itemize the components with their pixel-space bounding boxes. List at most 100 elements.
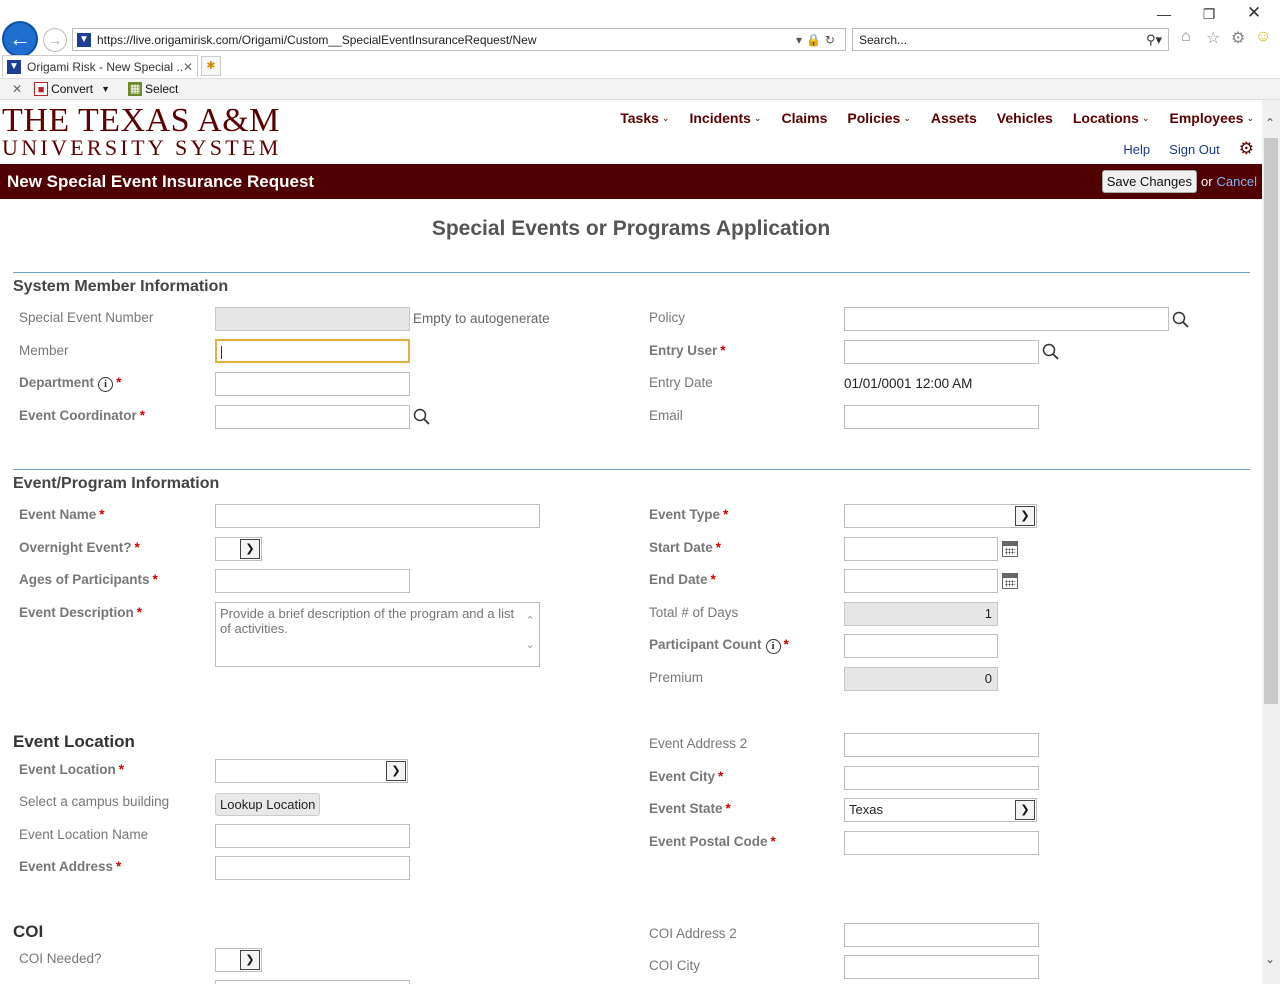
chevron-down-icon[interactable]: ❯ bbox=[240, 950, 260, 970]
page-scrollbar[interactable]: ⌃ ⌄ bbox=[1262, 100, 1280, 984]
nav-tasks[interactable]: Tasks ⌄ bbox=[620, 110, 669, 126]
coi-field-partial[interactable] bbox=[215, 980, 410, 984]
event-location-select[interactable]: ❯ bbox=[215, 759, 408, 783]
minimize-icon[interactable]: — bbox=[1154, 6, 1174, 22]
search-icon[interactable]: ⚲▾ bbox=[1146, 32, 1168, 48]
event-coordinator-field[interactable] bbox=[215, 405, 410, 429]
smiley-feedback-icon[interactable]: ☺ bbox=[1255, 28, 1271, 46]
chevron-down-icon[interactable]: ❯ bbox=[240, 539, 260, 559]
back-arrow-icon: ← bbox=[9, 26, 31, 51]
info-icon[interactable]: i bbox=[98, 377, 114, 392]
browser-tab[interactable]: ▼ Origami Risk - New Special ... ✕ bbox=[2, 55, 198, 77]
home-icon[interactable]: ⌂ bbox=[1181, 28, 1191, 46]
label-event-type: Event Type * bbox=[649, 507, 728, 522]
save-changes-button[interactable]: Save Changes bbox=[1101, 170, 1197, 193]
scroll-down-icon[interactable]: ⌄ bbox=[522, 638, 538, 651]
chevron-down-icon[interactable]: ❯ bbox=[1015, 800, 1035, 820]
event-postal-code-field[interactable] bbox=[844, 831, 1039, 855]
event-description-textarea[interactable] bbox=[215, 602, 540, 667]
member-field[interactable] bbox=[215, 339, 410, 363]
sign-out-link[interactable]: Sign Out bbox=[1169, 142, 1220, 157]
calendar-icon[interactable] bbox=[1002, 573, 1018, 589]
scrollbar-thumb[interactable] bbox=[1264, 138, 1278, 704]
close-toolbar-icon[interactable]: ✕ bbox=[12, 82, 22, 96]
browser-search[interactable]: Search... ⚲▾ bbox=[852, 28, 1169, 51]
address-bar[interactable]: ▼ https://live.origamirisk.com/Origami/C… bbox=[72, 28, 846, 51]
close-window-icon[interactable]: ✕ bbox=[1244, 3, 1264, 23]
help-link[interactable]: Help bbox=[1123, 142, 1150, 157]
event-city-field[interactable] bbox=[844, 766, 1039, 790]
gear-icon[interactable]: ⚙ bbox=[1239, 139, 1254, 159]
search-icon[interactable] bbox=[413, 408, 431, 426]
section-heading-coi: COI bbox=[13, 922, 44, 941]
email-field[interactable] bbox=[844, 405, 1039, 429]
event-location-name-field[interactable] bbox=[215, 824, 410, 848]
forward-button[interactable]: → bbox=[43, 28, 67, 52]
convert-button[interactable]: ■ Convert ▼ bbox=[34, 82, 118, 96]
nav-policies[interactable]: Policies ⌄ bbox=[847, 110, 910, 126]
main-nav: Tasks ⌄ Incidents ⌄ Claims Policies ⌄ Asset… bbox=[620, 110, 1254, 126]
section-heading-event-location: Event Location bbox=[13, 732, 135, 751]
select-button[interactable]: ▦ Select bbox=[128, 82, 178, 96]
label-event-postal-code: Event Postal Code * bbox=[649, 834, 776, 849]
event-type-select[interactable]: ❯ bbox=[844, 504, 1037, 528]
coi-needed-select[interactable]: ❯ bbox=[215, 948, 262, 972]
favorites-star-icon[interactable]: ☆ bbox=[1206, 28, 1220, 48]
scroll-up-icon[interactable]: ⌃ bbox=[522, 614, 538, 627]
end-date-field[interactable] bbox=[844, 569, 998, 593]
event-state-select[interactable]: Texas ❯ bbox=[844, 798, 1037, 822]
restore-icon[interactable]: ❐ bbox=[1199, 6, 1219, 23]
tamus-logo[interactable]: THE TEXAS A&M UNIVERSITY SYSTEM bbox=[2, 104, 282, 160]
nav-claims[interactable]: Claims bbox=[781, 110, 827, 126]
cancel-link[interactable]: Cancel bbox=[1217, 174, 1257, 189]
nav-employees[interactable]: Employees ⌄ bbox=[1170, 110, 1254, 126]
chevron-down-icon[interactable]: ❯ bbox=[1015, 506, 1035, 526]
event-name-field[interactable] bbox=[215, 504, 540, 528]
department-field[interactable] bbox=[215, 372, 410, 396]
nav-assets[interactable]: Assets bbox=[931, 110, 977, 126]
start-date-field[interactable] bbox=[844, 537, 998, 561]
tab-close-icon[interactable]: ✕ bbox=[183, 60, 193, 74]
nav-label: Locations bbox=[1072, 110, 1139, 126]
info-icon[interactable]: i bbox=[765, 639, 781, 654]
overnight-event-select[interactable]: ❯ bbox=[215, 537, 262, 561]
label-coi-address-2: COI Address 2 bbox=[649, 926, 737, 941]
search-icon[interactable] bbox=[1172, 311, 1190, 329]
event-address-2-field[interactable] bbox=[844, 733, 1039, 757]
settings-gear-icon[interactable]: ⚙ bbox=[1231, 28, 1245, 48]
label-policy: Policy bbox=[649, 310, 686, 325]
logo-line2: UNIVERSITY SYSTEM bbox=[2, 135, 282, 160]
chevron-down-icon[interactable]: ❯ bbox=[386, 761, 406, 781]
label-premium: Premium bbox=[649, 670, 704, 685]
required-marker: * bbox=[139, 408, 146, 423]
new-tab-button[interactable]: ✱ bbox=[201, 56, 221, 76]
participant-count-field[interactable] bbox=[844, 634, 998, 658]
lookup-location-button[interactable]: Lookup Location bbox=[215, 793, 321, 816]
policy-field[interactable] bbox=[844, 307, 1169, 331]
scroll-up-icon[interactable]: ⌃ bbox=[1265, 116, 1275, 130]
entry-date-value: 01/01/0001 12:00 AM bbox=[844, 376, 973, 391]
label-text: Participant Count bbox=[649, 637, 762, 652]
label-entry-user: Entry User * bbox=[649, 343, 726, 358]
nav-incidents[interactable]: Incidents ⌄ bbox=[689, 110, 761, 126]
nav-vehicles[interactable]: Vehicles bbox=[997, 110, 1053, 126]
required-marker: * bbox=[152, 572, 158, 587]
calendar-icon[interactable] bbox=[1002, 541, 1018, 557]
section-heading-system-member: System Member Information bbox=[13, 278, 229, 295]
coi-city-field[interactable] bbox=[844, 955, 1039, 979]
back-button[interactable]: ← bbox=[2, 21, 38, 57]
event-address-field[interactable] bbox=[215, 856, 410, 880]
nav-locations[interactable]: Locations ⌄ bbox=[1073, 110, 1150, 126]
address-url[interactable]: https://live.origamirisk.com/Origami/Cus… bbox=[97, 33, 796, 47]
chevron-down-icon[interactable]: ▼ bbox=[101, 84, 110, 94]
search-placeholder[interactable]: Search... bbox=[859, 33, 1146, 47]
address-bar-actions-icon[interactable]: ▾🔒↻ bbox=[796, 33, 845, 47]
label-text: Event Description bbox=[19, 605, 134, 620]
ages-field[interactable] bbox=[215, 569, 410, 593]
scroll-down-icon[interactable]: ⌄ bbox=[1265, 952, 1275, 966]
label-text: Event Location bbox=[19, 762, 116, 777]
coi-address-2-field[interactable] bbox=[844, 923, 1039, 947]
entry-user-field[interactable] bbox=[844, 340, 1039, 364]
search-icon[interactable] bbox=[1042, 343, 1060, 361]
chevron-down-icon: ⌄ bbox=[753, 112, 762, 123]
